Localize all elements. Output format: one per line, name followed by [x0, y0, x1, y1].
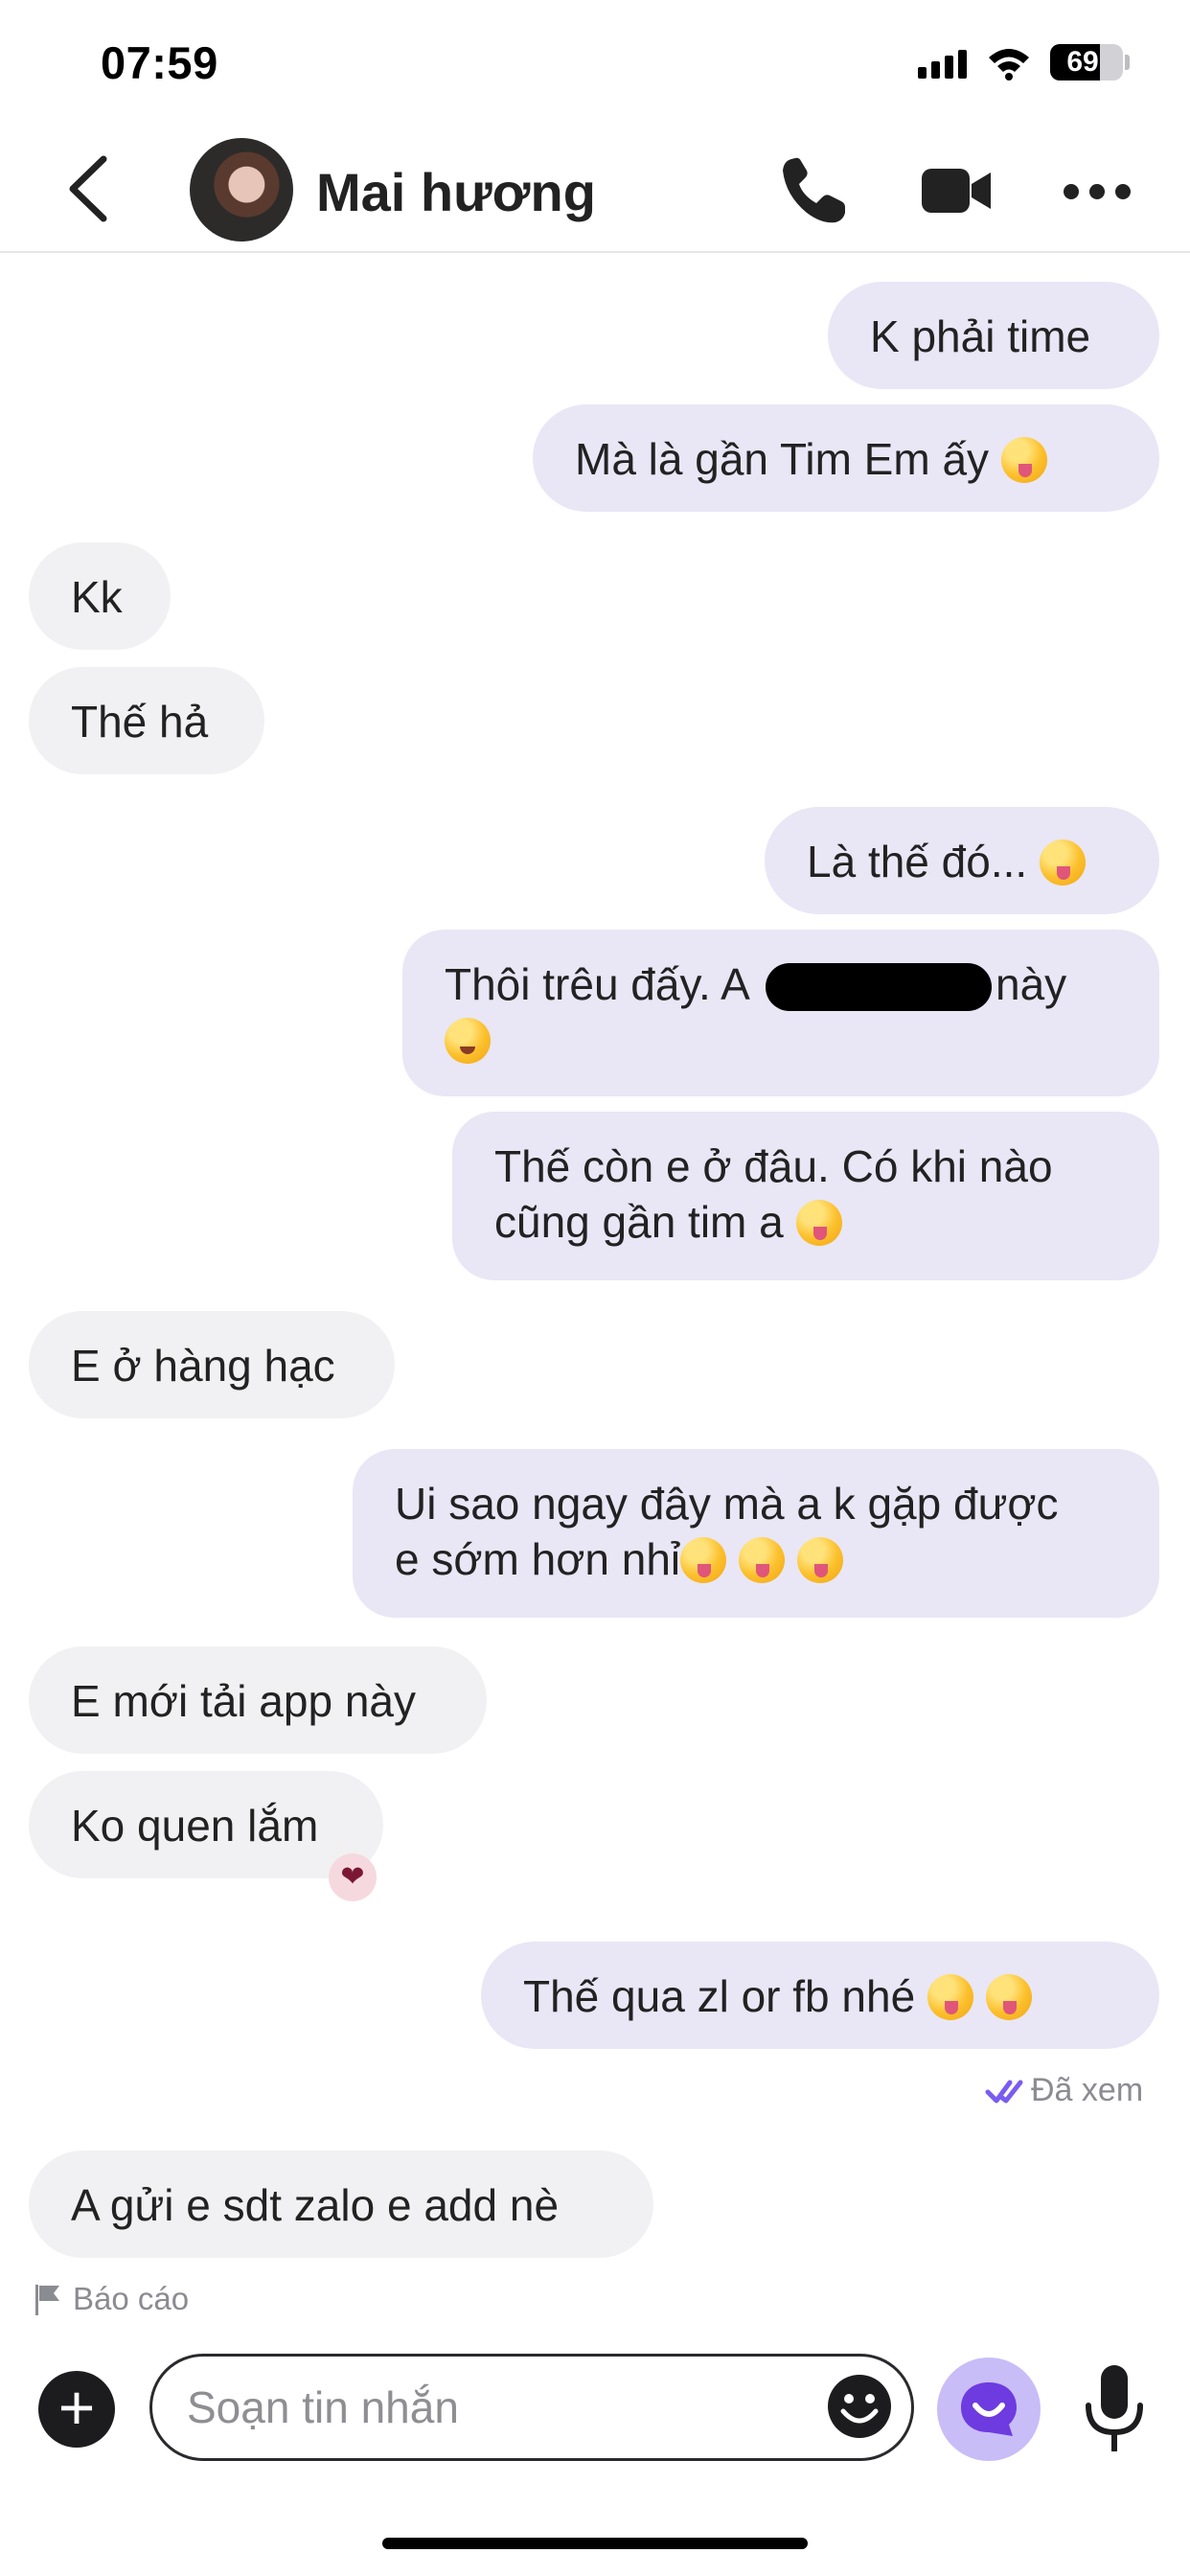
squinting-tongue-emoji-icon — [680, 1537, 727, 1583]
message-text: Thế qua zl or fb nhé — [523, 1971, 916, 2021]
report-label: Báo cáo — [73, 2281, 190, 2316]
message-input-placeholder: Soạn tin nhắn — [187, 2382, 459, 2432]
flag-icon — [35, 2285, 59, 2315]
message-text: Là thế đó... — [807, 837, 1028, 886]
ai-assistant-glyph — [961, 2382, 1017, 2436]
emoji-icon[interactable] — [826, 2373, 893, 2440]
status-time: 07:59 — [101, 37, 218, 88]
smiling-hearts-emoji-icon — [445, 1018, 491, 1064]
video-icon[interactable] — [920, 163, 993, 218]
message-line: cũng gần tim a — [494, 1194, 1117, 1250]
message-input[interactable]: Soạn tin nhắn — [149, 2354, 914, 2461]
back-icon[interactable] — [59, 153, 117, 224]
message-line: e sớm hơn nhỉ — [395, 1531, 1117, 1587]
message-bubble-outgoing[interactable]: Là thế đó... — [765, 807, 1159, 914]
report-link[interactable]: Báo cáo — [33, 2281, 189, 2317]
seen-label: Đã xem — [1031, 2072, 1144, 2108]
battery-level: 69 — [1066, 46, 1099, 78]
squinting-tongue-emoji-icon — [738, 1537, 785, 1583]
message-bubble-outgoing[interactable]: Thế qua zl or fb nhé — [481, 1942, 1159, 2049]
message-text: cũng gần tim a — [494, 1197, 784, 1247]
message-bubble-incoming[interactable]: E ở hàng hạc — [29, 1311, 395, 1418]
seen-status: Đã xem — [985, 2072, 1143, 2109]
signal-icon — [918, 48, 968, 79]
message-text: Mà là gần Tim Em ấy — [575, 434, 990, 484]
message-text: Kk — [71, 572, 123, 622]
squinting-tongue-emoji-icon — [796, 1537, 843, 1583]
message-bubble-incoming[interactable]: Thế hả — [29, 667, 264, 774]
message-text: K phải time — [870, 311, 1091, 361]
message-bubble-incoming[interactable]: Kk — [29, 542, 171, 650]
battery-tip — [1125, 55, 1130, 70]
message-line: Thôi trêu đấy. A này — [445, 956, 1117, 1012]
message-text: Thế hả — [71, 697, 209, 747]
heart-reaction-icon[interactable]: ❤ — [329, 1853, 377, 1901]
message-bubble-incoming[interactable]: E mới tải app này — [29, 1646, 487, 1754]
squinting-tongue-emoji-icon — [927, 1974, 973, 2020]
battery-indicator: 69 — [1050, 44, 1123, 80]
header-divider — [0, 251, 1190, 253]
message-line: Ui sao ngay đây mà a k gặp được — [395, 1479, 1059, 1529]
ai-assistant-icon[interactable] — [937, 2358, 1041, 2461]
message-bubble-outgoing[interactable]: K phải time — [828, 282, 1159, 389]
redaction-mark — [766, 963, 993, 1011]
message-bubble-outgoing[interactable]: Thôi trêu đấy. A này — [402, 930, 1159, 1096]
message-bubble-outgoing[interactable]: Ui sao ngay đây mà a k gặp được e sớm hơ… — [353, 1449, 1159, 1618]
message-text: Ko quen lắm — [71, 1801, 319, 1851]
message-text: E ở hàng hạc — [71, 1341, 335, 1391]
message-text: e sớm hơn nhỉ — [395, 1534, 681, 1584]
message-text: E mới tải app này — [71, 1676, 417, 1726]
more-icon[interactable] — [1062, 182, 1133, 201]
message-text: này — [995, 959, 1067, 1009]
home-indicator — [382, 2538, 808, 2549]
message-bubble-outgoing[interactable]: Mà là gần Tim Em ấy — [533, 404, 1159, 512]
contact-name[interactable]: Mai hương — [316, 161, 596, 223]
message-line — [445, 1012, 1117, 1068]
laughing-emoji-icon — [795, 1200, 842, 1246]
phone-icon[interactable] — [778, 155, 849, 226]
laughing-emoji-icon — [1039, 840, 1086, 886]
message-text: Thôi trêu đấy. A — [445, 959, 748, 1009]
squinting-tongue-emoji-icon — [1000, 437, 1047, 483]
message-bubble-incoming[interactable]: Ko quen lắm — [29, 1771, 383, 1878]
message-text: A gửi e sdt zalo e add nè — [71, 2180, 560, 2230]
checkmark-icon — [985, 2080, 1023, 2103]
message-bubble-incoming[interactable]: A gửi e sdt zalo e add nè — [29, 2150, 653, 2258]
message-line: Thế còn e ở đâu. Có khi nào — [494, 1141, 1053, 1191]
microphone-icon[interactable] — [1081, 2363, 1148, 2457]
squinting-tongue-emoji-icon — [985, 1974, 1032, 2020]
avatar[interactable] — [190, 138, 293, 242]
wifi-icon — [989, 49, 1029, 80]
message-bubble-outgoing[interactable]: Thế còn e ở đâu. Có khi nào cũng gần tim… — [452, 1112, 1159, 1280]
plus-icon[interactable]: + — [38, 2371, 115, 2448]
